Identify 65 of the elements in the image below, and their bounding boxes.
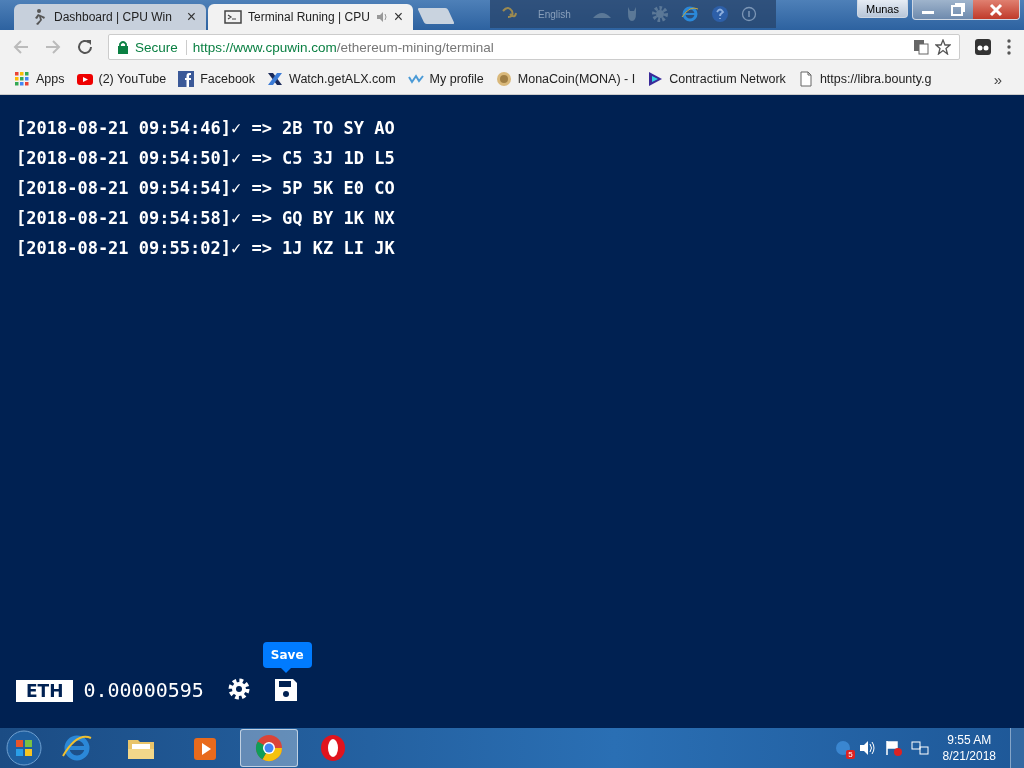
tab-title: Dashboard | CPU Win bbox=[54, 10, 173, 24]
coin-icon bbox=[495, 71, 512, 87]
volume-icon[interactable] bbox=[858, 740, 877, 756]
bookmark[interactable]: Facebook bbox=[178, 71, 256, 87]
url-text: https://www.cpuwin.com/ethereum-mining/terminal bbox=[192, 39, 495, 55]
close-tab-button[interactable]: × bbox=[393, 8, 404, 26]
start-button-icon[interactable] bbox=[6, 730, 42, 766]
browser-tab[interactable]: Terminal Runing | CPU × bbox=[208, 4, 414, 30]
bookmark-label: (2) YouTube bbox=[98, 72, 167, 86]
info-icon[interactable] bbox=[740, 6, 757, 22]
help-icon[interactable] bbox=[710, 5, 729, 23]
close-tab-button[interactable]: × bbox=[186, 8, 196, 26]
address-bar[interactable]: Secure https://www.cpuwin.com/ethereum-mining/terminal bbox=[108, 34, 960, 60]
apps-grid-icon bbox=[14, 71, 30, 87]
bookmark[interactable]: Contractium Network bbox=[647, 71, 786, 87]
bookmark[interactable]: My profile bbox=[407, 71, 484, 87]
secure-label: Secure bbox=[135, 39, 187, 55]
network-icon[interactable] bbox=[910, 740, 929, 756]
bookmark-label: Facebook bbox=[200, 72, 256, 86]
f-logo-icon bbox=[178, 71, 195, 87]
log-line: [2018-08-21 09:54:50]✓ => C5 3J 1D L5 bbox=[16, 147, 396, 170]
x-logo-icon bbox=[267, 71, 284, 87]
tooltip-pointer bbox=[280, 668, 291, 673]
bookmark-label: Apps bbox=[36, 72, 65, 86]
lock-icon bbox=[117, 40, 129, 54]
bookmark[interactable]: MonaCoin(MONA) - I bbox=[495, 71, 636, 87]
triangle-logo-icon bbox=[647, 71, 664, 87]
menu-icon[interactable] bbox=[1006, 38, 1012, 56]
flag-icon[interactable] bbox=[884, 740, 903, 756]
browser-icon[interactable] bbox=[680, 5, 699, 23]
balance-value: 0.00000595 bbox=[83, 678, 204, 702]
clock-time: 9:55 AM bbox=[947, 732, 992, 748]
bookmark-label: My profile bbox=[429, 72, 484, 86]
log-line: [2018-08-21 09:54:58]✓ => GQ BY 1K NX bbox=[16, 207, 396, 230]
bookmark[interactable]: Apps bbox=[14, 71, 65, 87]
log-line: [2018-08-21 09:54:46]✓ => 2B TO SY AO bbox=[16, 117, 396, 140]
bookmark-label: https://libra.bounty.g bbox=[819, 72, 932, 86]
close-button[interactable] bbox=[973, 0, 1019, 19]
chrome-logo-icon bbox=[253, 732, 285, 764]
currency-label: ETH bbox=[16, 680, 74, 702]
reload-icon[interactable] bbox=[76, 38, 94, 56]
clock-date: 8/21/2018 bbox=[942, 748, 996, 764]
terminal-icon bbox=[224, 8, 242, 26]
bookmark-label: Watch.getALX.com bbox=[289, 72, 396, 86]
tab-title: Terminal Runing | CPU bbox=[248, 10, 370, 24]
new-tab-button[interactable] bbox=[417, 8, 455, 24]
close-icon bbox=[988, 2, 1004, 17]
log-line: [2018-08-21 09:55:02]✓ => 1J KZ LI JK bbox=[16, 237, 396, 260]
page-icon bbox=[797, 71, 814, 87]
bookmark-label: MonaCoin(MONA) - I bbox=[517, 72, 636, 86]
star-icon[interactable] bbox=[935, 39, 951, 55]
speaker-icon bbox=[375, 11, 388, 23]
notification-badge: 5 bbox=[846, 750, 855, 759]
log-line: [2018-08-21 09:54:54]✓ => 5P 5K E0 CO bbox=[16, 177, 396, 200]
more-bookmarks-button[interactable]: » bbox=[993, 70, 1010, 88]
play-icon bbox=[76, 71, 93, 87]
profile-button[interactable]: Munas bbox=[856, 0, 908, 18]
save-tooltip: Save bbox=[262, 642, 312, 668]
bookmark[interactable]: https://libra.bounty.g bbox=[797, 71, 932, 87]
bookmark[interactable]: Watch.getALX.com bbox=[267, 71, 396, 87]
bookmark[interactable]: (2) YouTube bbox=[76, 71, 167, 87]
translate-icon[interactable] bbox=[913, 39, 929, 55]
browser-tab[interactable]: Dashboard | CPU Win × bbox=[14, 4, 206, 30]
extension-icon[interactable] bbox=[974, 38, 992, 56]
bookmark-label: Contractium Network bbox=[669, 72, 786, 86]
